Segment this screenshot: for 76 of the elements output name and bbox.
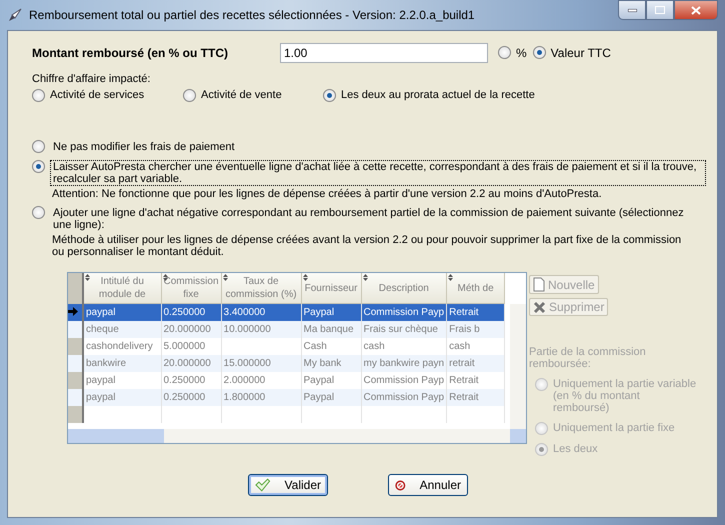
table-cell: Retrait xyxy=(449,375,479,386)
radio-button[interactable] xyxy=(32,160,45,173)
table-cell: my bankwire payn xyxy=(364,358,444,369)
table-cell: Commission Payp xyxy=(364,392,444,403)
commission-part-label: Partie de la commission remboursée: xyxy=(529,346,647,370)
cross-icon xyxy=(533,300,546,314)
table-cell: paypal xyxy=(86,307,116,318)
table-cell: 15.000000 xyxy=(224,358,271,369)
radio-button[interactable] xyxy=(323,89,336,102)
option-label: Les deux au prorata actuel de la recette xyxy=(341,89,535,101)
table-cell: Retrait xyxy=(449,307,479,318)
option-note: Attention: Ne fonctionne que pour les lignes de dépense créées à partir d'une version 2.2 au moins d'AutoPresta. xyxy=(52,188,603,200)
amount-label: Montant remboursé (en % ou TTC) xyxy=(32,46,229,60)
option-label: % xyxy=(516,46,527,60)
forbidden-icon xyxy=(395,478,406,492)
minimize-button[interactable] xyxy=(618,0,646,20)
close-icon xyxy=(691,6,701,14)
table-cell: Commission Payp xyxy=(364,375,444,386)
table-cell: cash xyxy=(364,341,385,352)
maximize-button[interactable] xyxy=(646,0,674,20)
option-label: Uniquement la partie variable (en % du montant remboursé) xyxy=(553,378,698,414)
app-icon xyxy=(7,7,23,23)
option-label: Les deux xyxy=(553,443,598,455)
table-cell: bankwire xyxy=(86,358,126,369)
table-cell: Frais b xyxy=(449,324,480,335)
sort-icon xyxy=(85,274,90,281)
radio-button[interactable] xyxy=(532,46,546,59)
table-cell: Commission Payp xyxy=(364,307,444,318)
option-label: Valeur TTC xyxy=(550,46,611,60)
page-icon xyxy=(533,277,545,292)
table-cell: 5.000000 xyxy=(164,341,206,352)
check-icon xyxy=(255,478,271,492)
table-cell: 2.000000 xyxy=(224,375,266,386)
table-cell: 20.000000 xyxy=(164,358,211,369)
revenue-label: Chiffre d'affaire impacté: xyxy=(32,73,150,85)
table-cell: Cash xyxy=(304,341,327,352)
cancel-button[interactable]: Annuler xyxy=(388,474,468,496)
table-cell: 1.800000 xyxy=(224,392,266,403)
option-label: Activité de vente xyxy=(201,89,282,101)
option-label: Laisser AutoPresta chercher une éventuelle ligne d'achat liée à cette recette, correspondant à des frais de paiement et si il la trouve, recalculer sa part variable. xyxy=(50,160,706,186)
window-title: Remboursement total ou partiel des recettes sélectionnées - Version: 2.2.0.a_build1 xyxy=(29,8,475,22)
table-cell: cashondelivery xyxy=(86,341,153,352)
table-cell: 0.250000 xyxy=(164,392,206,403)
radio-button[interactable] xyxy=(498,46,511,59)
minimize-icon xyxy=(628,8,636,12)
table-cell: 20.000000 xyxy=(164,324,211,335)
option-label: Ajouter une ligne d'achat négative correspondant au remboursement partiel de la commission de paiement suivante (sélectionnez une ligne): xyxy=(52,206,685,232)
radio-button[interactable] xyxy=(32,140,45,153)
table-cell: Paypal xyxy=(304,392,334,403)
option-label: Ne pas modifier les frais de paiement xyxy=(52,140,236,154)
option-label: Activité de services xyxy=(50,89,144,101)
row-pointer-icon xyxy=(68,306,78,316)
table-cell: Paypal xyxy=(304,375,334,386)
option-label: Uniquement la partie fixe xyxy=(553,422,675,434)
table-cell: 0.250000 xyxy=(164,375,206,386)
table-cell: 3.400000 xyxy=(224,307,266,318)
table-cell: 10.000000 xyxy=(224,324,271,335)
close-button[interactable] xyxy=(674,0,718,20)
table-cell: paypal xyxy=(86,375,116,386)
table-cell: My bank xyxy=(304,358,342,369)
amount-field[interactable]: 1.00 xyxy=(280,43,488,63)
table-cell: Paypal xyxy=(304,307,334,318)
table-cell: Ma banque xyxy=(304,324,354,335)
table-cell: cash xyxy=(449,341,470,352)
table-cell: paypal xyxy=(86,392,116,403)
radio-button[interactable] xyxy=(183,89,196,102)
ok-button[interactable]: Valider xyxy=(248,474,328,496)
maximize-icon xyxy=(655,6,665,14)
option-note: Méthode à utiliser pour les lignes de dépense créées avant la version 2.2 ou pour pouvoir supprimer la part fixe de la commission ou personnaliser le montant déduit. xyxy=(52,234,682,258)
radio-button[interactable] xyxy=(32,89,45,102)
radio-button[interactable] xyxy=(32,206,45,219)
table-cell: 0.250000 xyxy=(164,307,206,318)
table-cell: Retrait xyxy=(449,392,479,403)
table-cell: cheque xyxy=(86,324,119,335)
table-cell: retrait xyxy=(449,358,475,369)
table-cell: Frais sur chèque xyxy=(364,324,438,335)
